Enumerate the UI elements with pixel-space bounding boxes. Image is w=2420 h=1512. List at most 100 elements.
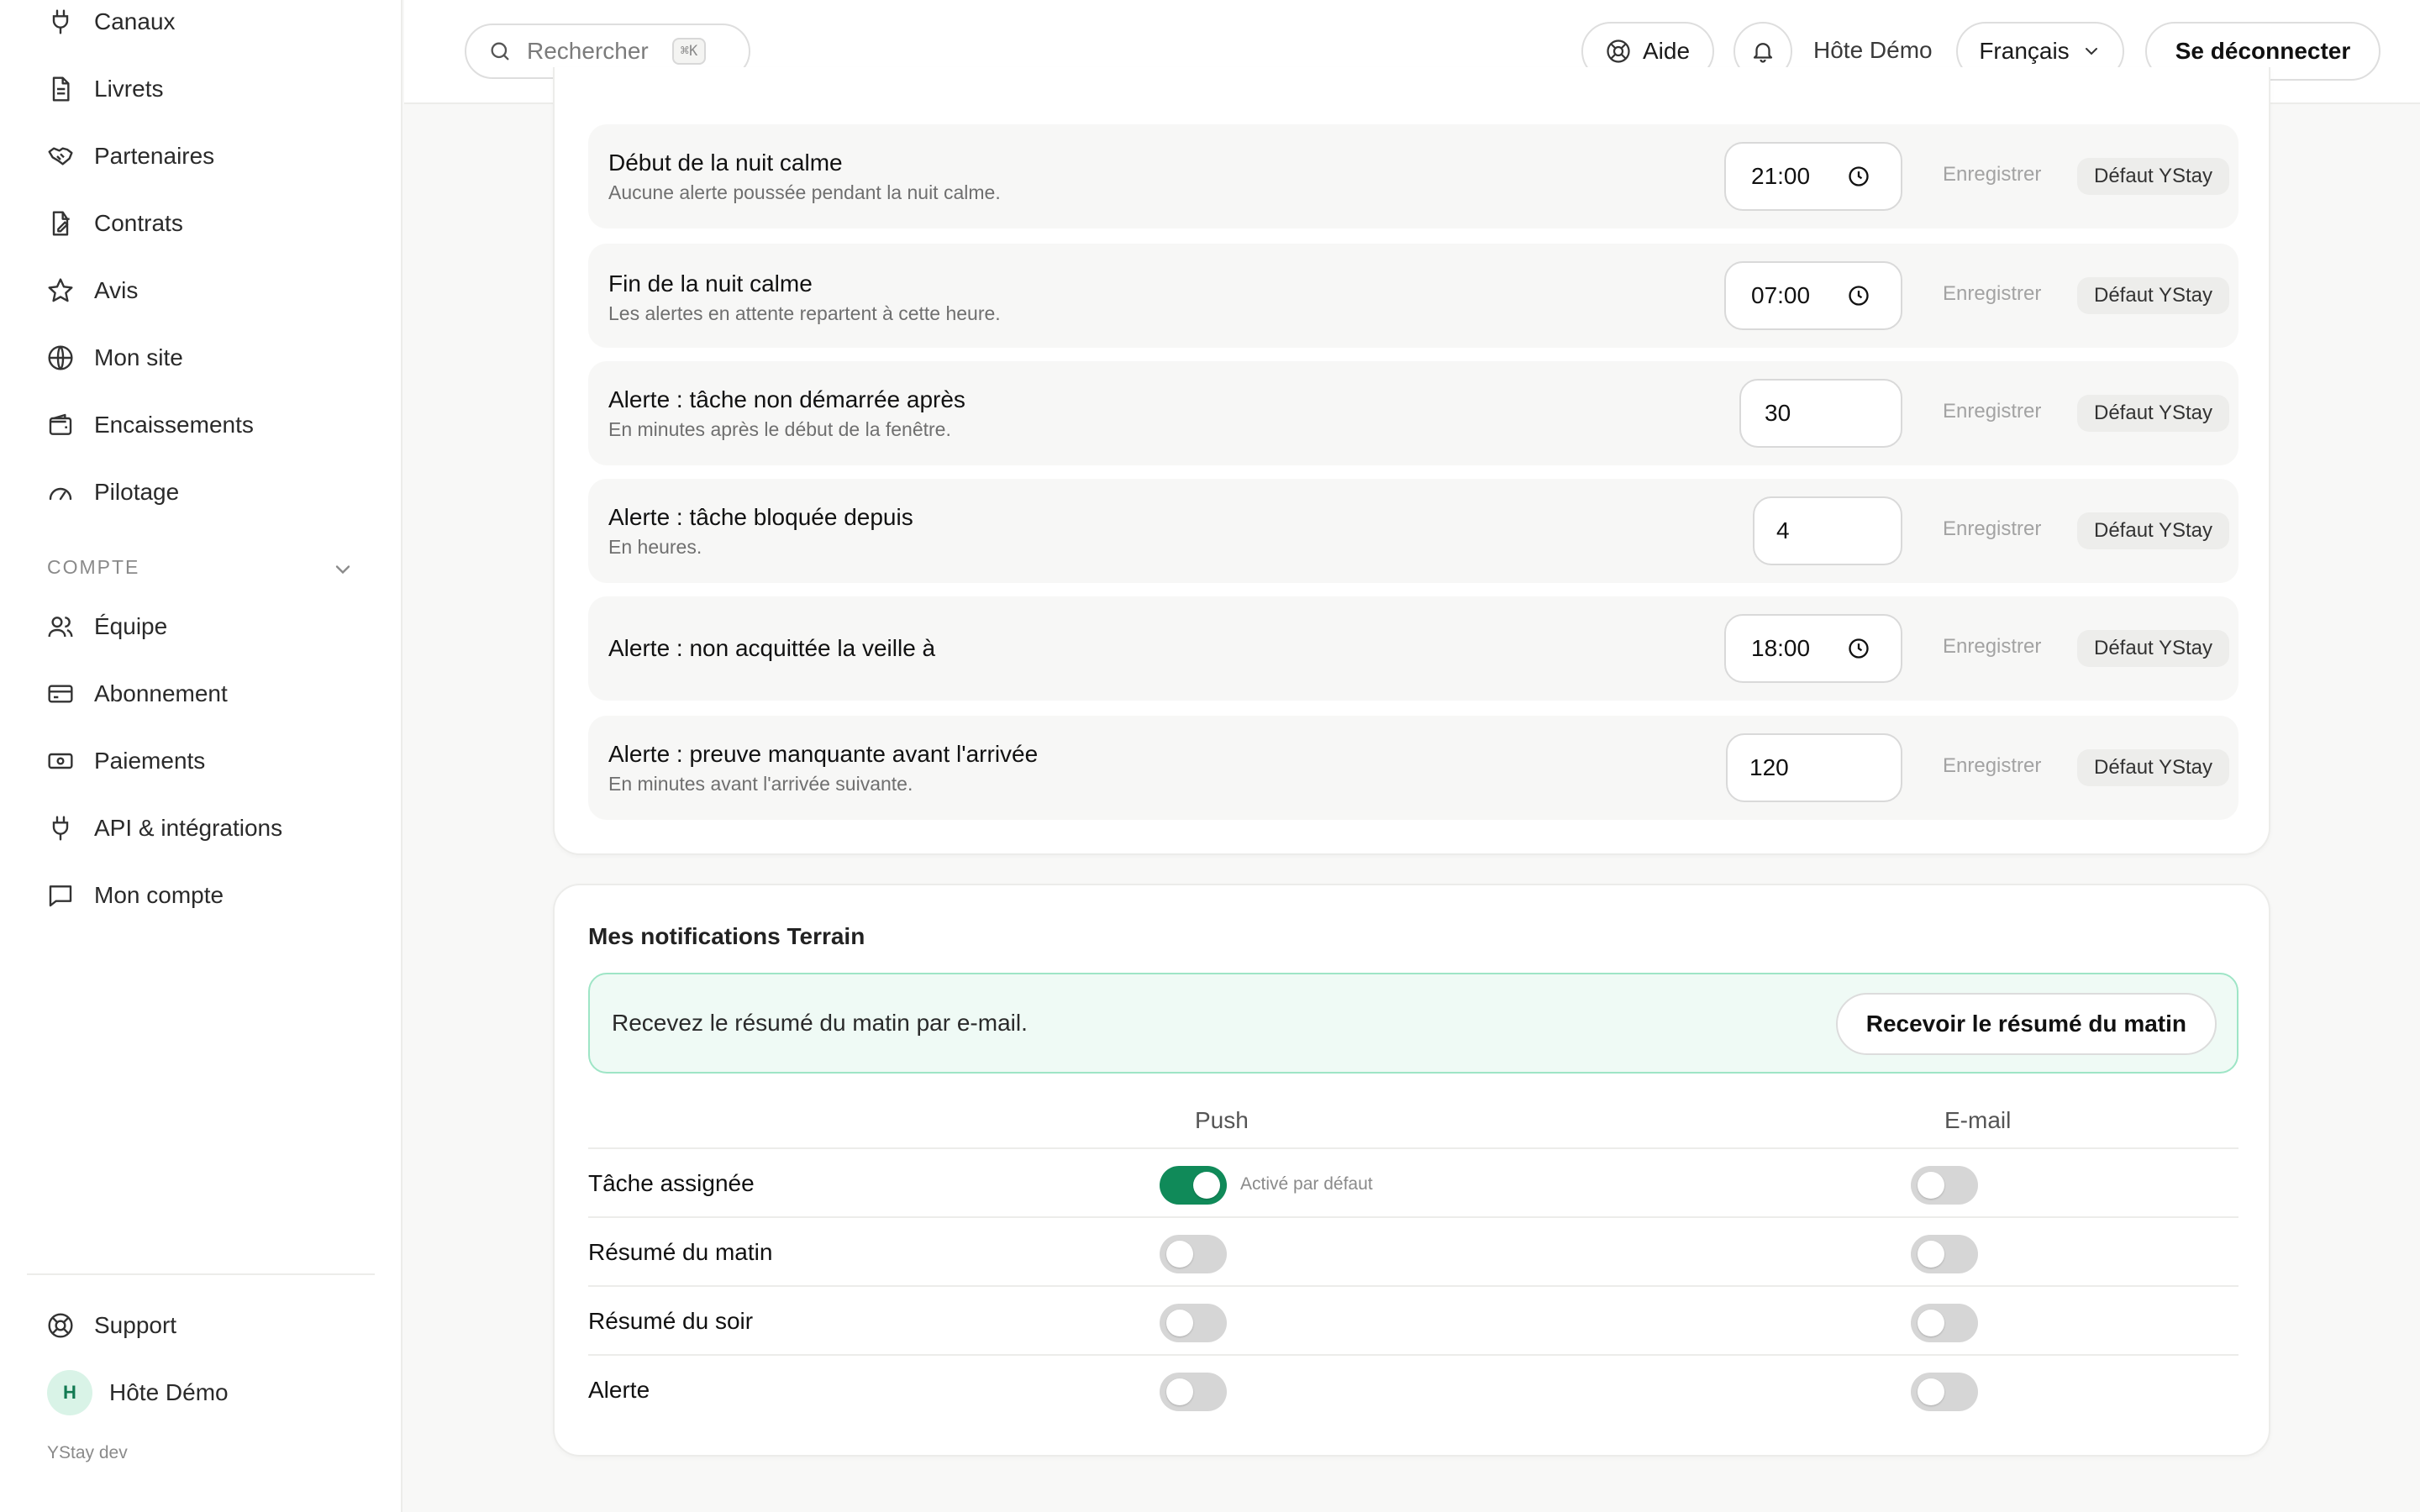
sidebar-user-name: Hôte Démo xyxy=(109,1379,229,1405)
setting-row: Alerte : non acquittée la veille à 18:00… xyxy=(588,596,2238,701)
push-toggle[interactable] xyxy=(1160,1235,1227,1273)
time-value: 18:00 xyxy=(1751,635,1811,661)
environment-label: YStay dev xyxy=(47,1443,128,1462)
time-input[interactable]: 07:00 xyxy=(1724,261,1902,330)
sidebar-item-avis[interactable]: Avis xyxy=(47,265,138,316)
minutes-input[interactable]: 120 xyxy=(1726,733,1902,802)
push-toggle[interactable] xyxy=(1160,1304,1227,1342)
email-toggle[interactable] xyxy=(1911,1304,1978,1342)
chevron-down-icon[interactable] xyxy=(331,558,355,581)
push-toggle[interactable] xyxy=(1160,1166,1227,1205)
sidebar-divider xyxy=(27,1273,375,1275)
table-row: Résumé du soir xyxy=(588,1285,2238,1354)
setting-title: Alerte : tâche bloquée depuis xyxy=(608,504,913,530)
handshake-icon xyxy=(48,147,73,165)
host-name: Hôte Démo xyxy=(1813,37,1933,63)
notification-label: Tâche assignée xyxy=(588,1170,755,1196)
hours-input[interactable]: 4 xyxy=(1753,496,1902,565)
sidebar-item-label: Support xyxy=(94,1312,177,1338)
credit-card-icon xyxy=(48,685,73,703)
save-button[interactable]: Enregistrer xyxy=(1943,754,2041,778)
search-shortcut-badge: ⌘K xyxy=(671,38,707,65)
save-button[interactable]: Enregistrer xyxy=(1943,517,2041,541)
sidebar-item-api-integrations[interactable]: API & intégrations xyxy=(47,803,282,853)
contract-icon xyxy=(52,211,70,236)
column-header-push: Push xyxy=(1195,1107,1249,1133)
sidebar-item-pilotage[interactable]: Pilotage xyxy=(47,467,179,517)
sidebar-item-livrets[interactable]: Livrets xyxy=(47,64,163,114)
sidebar-item-label: Mon compte xyxy=(94,882,224,908)
reset-default-button[interactable]: Défaut YStay xyxy=(2077,395,2229,432)
toggle-knob xyxy=(1918,1378,1944,1405)
setting-title: Début de la nuit calme xyxy=(608,150,843,176)
sidebar-item-support[interactable]: Support xyxy=(47,1300,176,1351)
email-toggle[interactable] xyxy=(1911,1373,1978,1411)
sidebar-user[interactable]: H Hôte Démo xyxy=(47,1368,229,1418)
sidebar-item-paiements[interactable]: Paiements xyxy=(47,736,205,786)
table-row: Résumé du matin xyxy=(588,1216,2238,1285)
time-input[interactable]: 18:00 xyxy=(1724,614,1902,683)
chevron-down-icon xyxy=(2085,48,2097,55)
toggle-knob xyxy=(1918,1172,1944,1199)
sidebar-item-encaissements[interactable]: Encaissements xyxy=(47,400,254,450)
setting-row: Alerte : tâche bloquée depuis En heures.… xyxy=(588,479,2238,583)
minutes-input[interactable]: 30 xyxy=(1739,379,1902,448)
notification-table: Tâche assignée Activé par défaut Résumé … xyxy=(588,1147,2238,1423)
alert-settings-card: Début de la nuit calme Aucune alerte pou… xyxy=(553,67,2270,855)
sidebar-item-abonnement[interactable]: Abonnement xyxy=(47,669,228,719)
save-button[interactable]: Enregistrer xyxy=(1943,400,2041,423)
time-value: 21:00 xyxy=(1751,163,1811,189)
star-icon xyxy=(48,278,73,302)
search-placeholder: Rechercher xyxy=(527,38,649,64)
sidebar-item-canaux[interactable]: Canaux xyxy=(47,0,176,47)
plug-icon xyxy=(52,9,69,34)
lifebuoy-icon xyxy=(1607,39,1630,63)
time-input[interactable]: 21:00 xyxy=(1724,142,1902,211)
reset-default-button[interactable]: Défaut YStay xyxy=(2077,277,2229,314)
setting-description: Les alertes en attente repartent à cette… xyxy=(608,302,1001,324)
default-note: Activé par défaut xyxy=(1240,1174,1373,1194)
gauge-icon xyxy=(49,487,72,501)
reset-default-button[interactable]: Défaut YStay xyxy=(2077,158,2229,195)
search-icon xyxy=(491,42,509,60)
sidebar-item-label: Abonnement xyxy=(94,680,228,706)
setting-description: En minutes avant l'arrivée suivante. xyxy=(608,773,913,795)
morning-summary-button[interactable]: Recevoir le résumé du matin xyxy=(1835,993,2217,1055)
reset-default-button[interactable]: Défaut YStay xyxy=(2077,630,2229,667)
sidebar-item-label: Pilotage xyxy=(94,479,180,505)
input-value: 120 xyxy=(1749,754,1789,780)
setting-description: En heures. xyxy=(608,536,702,558)
sidebar-item-label: Équipe xyxy=(94,613,168,639)
globe-icon xyxy=(48,345,73,370)
notification-label: Alerte xyxy=(588,1377,650,1403)
sidebar-item-contrats[interactable]: Contrats xyxy=(47,198,183,249)
language-value: Français xyxy=(1979,38,2070,64)
email-toggle[interactable] xyxy=(1911,1235,1978,1273)
bell-icon xyxy=(1753,43,1773,63)
notification-label: Résumé du matin xyxy=(588,1239,773,1265)
setting-description: Aucune alerte poussée pendant la nuit ca… xyxy=(608,181,1001,203)
sidebar-item-label: Contrats xyxy=(94,210,183,236)
users-icon xyxy=(48,617,73,638)
sidebar-item-partenaires[interactable]: Partenaires xyxy=(47,131,214,181)
setting-row: Fin de la nuit calme Les alertes en atte… xyxy=(588,244,2238,348)
sidebar-item-label: Paiements xyxy=(94,748,206,774)
save-button[interactable]: Enregistrer xyxy=(1943,635,2041,659)
reset-default-button[interactable]: Défaut YStay xyxy=(2077,512,2229,549)
toggle-knob xyxy=(1918,1241,1944,1268)
reset-default-button[interactable]: Défaut YStay xyxy=(2077,749,2229,786)
sidebar-item-equipe[interactable]: Équipe xyxy=(47,601,167,652)
push-toggle[interactable] xyxy=(1160,1373,1227,1411)
save-button[interactable]: Enregistrer xyxy=(1943,163,2041,186)
toggle-knob xyxy=(1193,1172,1220,1199)
sidebar-item-mon-site[interactable]: Mon site xyxy=(47,333,183,383)
sidebar-item-mon-compte[interactable]: Mon compte xyxy=(47,870,224,921)
sidebar-item-label: Canaux xyxy=(94,8,176,34)
time-value: 07:00 xyxy=(1751,282,1811,308)
banner-text: Recevez le résumé du matin par e-mail. xyxy=(612,1010,1028,1036)
setting-title: Alerte : non acquittée la veille à xyxy=(608,635,936,661)
email-toggle[interactable] xyxy=(1911,1166,1978,1205)
sidebar-item-label: Partenaires xyxy=(94,143,215,169)
save-button[interactable]: Enregistrer xyxy=(1943,282,2041,306)
clock-icon xyxy=(1849,286,1869,306)
